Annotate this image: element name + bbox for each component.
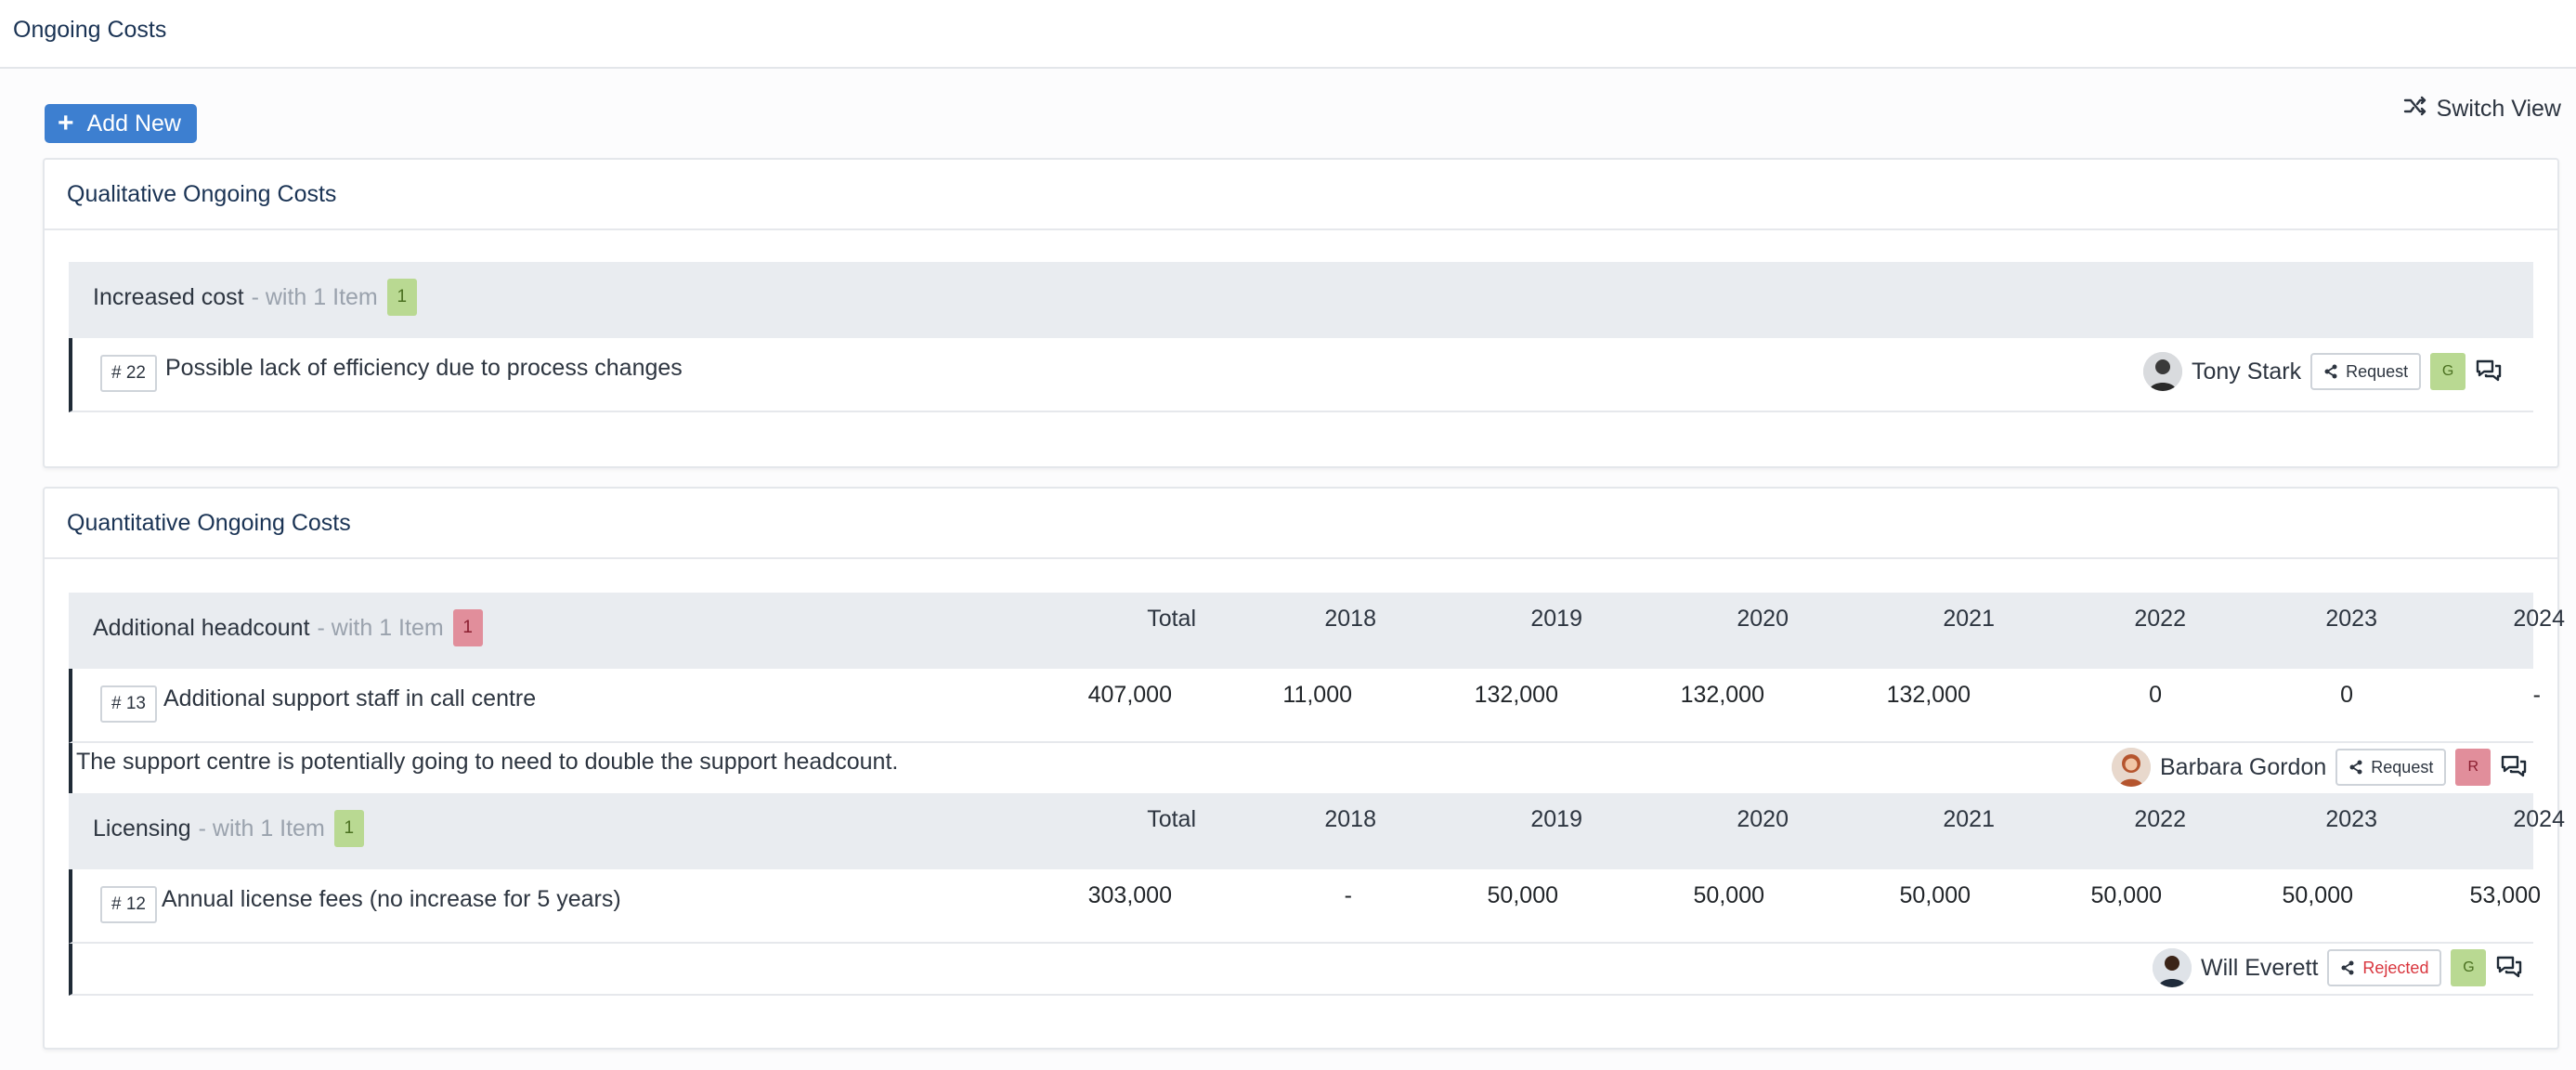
shuffle-icon <box>2403 95 2427 124</box>
column-header-2024: 2024 <box>2513 806 2565 832</box>
column-header-2023: 2023 <box>2325 806 2377 832</box>
list-item[interactable]: # 22 Possible lack of efficiency due to … <box>69 338 2533 412</box>
owner-name[interactable]: Tony Stark <box>2192 359 2301 385</box>
comments-icon[interactable] <box>2495 955 2523 981</box>
list-item[interactable]: # 12 Annual license fees (no increase fo… <box>69 869 2541 944</box>
request-button[interactable]: Request <box>2310 353 2422 390</box>
group-count-badge: 1 <box>386 279 417 316</box>
item-owner: Will Everett Rejected G <box>2153 947 2523 988</box>
quantitative-card-title: Quantitative Ongoing Costs <box>45 489 2557 559</box>
item-id-badge: # 13 <box>100 685 157 723</box>
column-header-2019: 2019 <box>1530 806 1582 832</box>
avatar <box>2153 948 2192 987</box>
column-header-2021: 2021 <box>1943 606 1995 632</box>
item-description-row: Will Everett Rejected G <box>69 944 2533 996</box>
column-header-2022: 2022 <box>2134 606 2186 632</box>
qualitative-card-title: Qualitative Ongoing Costs <box>45 160 2557 230</box>
item-owner: Barbara Gordon Request R <box>2112 747 2528 788</box>
share-icon <box>2324 364 2337 379</box>
column-header-2020: 2020 <box>1737 606 1789 632</box>
rag-status-badge[interactable]: G <box>2451 949 2487 986</box>
list-item[interactable]: # 13 Additional support staff in call ce… <box>69 669 2541 743</box>
item-title[interactable]: Possible lack of efficiency due to proce… <box>165 355 683 382</box>
rag-status-badge[interactable]: G <box>2430 353 2466 390</box>
group-header-increased-cost[interactable]: Increased cost - with 1 Item 1 <box>69 262 2533 338</box>
value-2022: 0 <box>2149 682 2162 708</box>
group-name: Increased cost <box>93 283 244 310</box>
group-count-badge: 1 <box>333 810 364 847</box>
owner-name[interactable]: Will Everett <box>2201 955 2318 982</box>
group-count-badge: 1 <box>452 609 483 646</box>
column-header-2020: 2020 <box>1737 806 1789 832</box>
group-item-count-text: - with 1 Item <box>251 283 378 310</box>
share-icon <box>2349 760 2362 775</box>
request-button[interactable]: Request <box>2335 749 2447 786</box>
value-2018: 11,000 <box>1282 682 1352 708</box>
value-2020: 132,000 <box>1680 682 1764 708</box>
share-icon <box>2341 960 2354 975</box>
group-name: Additional headcount <box>93 614 310 641</box>
column-header-2024: 2024 <box>2513 606 2565 632</box>
owner-name[interactable]: Barbara Gordon <box>2160 754 2326 781</box>
column-header-2021: 2021 <box>1943 806 1995 832</box>
value-2019: 50,000 <box>1487 882 1558 908</box>
item-title[interactable]: Annual license fees (no increase for 5 y… <box>162 886 621 913</box>
comments-icon[interactable] <box>2500 754 2528 780</box>
value-2021: 50,000 <box>1899 882 1971 908</box>
value-2023: 50,000 <box>2282 882 2353 908</box>
column-header-2022: 2022 <box>2134 806 2186 832</box>
rejected-label: Rejected <box>2362 958 2429 977</box>
switch-view-label: Switch View <box>2436 95 2561 122</box>
avatar <box>2112 748 2151 787</box>
item-id-badge: # 12 <box>100 886 157 923</box>
value-total: 407,000 <box>1087 682 1172 708</box>
group-name-wrap: Licensing - with 1 Item 1 <box>93 810 364 847</box>
group-item-count-text: - with 1 Item <box>198 815 325 842</box>
switch-view-button[interactable]: Switch View <box>2403 93 2561 124</box>
group-name: Licensing <box>93 815 191 842</box>
item-id-badge: # 22 <box>100 355 157 392</box>
group-header-additional-headcount[interactable]: Additional headcount - with 1 Item 1 Tot… <box>69 593 2565 669</box>
column-header-2023: 2023 <box>2325 606 2377 632</box>
item-description-row: The support centre is potentially going … <box>69 743 2533 795</box>
column-header-total: Total <box>1147 806 1196 832</box>
value-2022: 50,000 <box>2090 882 2162 908</box>
page-title: Ongoing Costs <box>13 17 167 43</box>
add-new-label: Add New <box>86 110 181 137</box>
comments-icon[interactable] <box>2475 359 2503 385</box>
avatar <box>2143 352 2182 391</box>
value-2020: 50,000 <box>1693 882 1764 908</box>
column-header-total: Total <box>1147 606 1196 632</box>
group-item-count-text: - with 1 Item <box>317 614 444 641</box>
group-name-wrap: Additional headcount - with 1 Item 1 <box>93 609 483 646</box>
add-new-button[interactable]: + Add New <box>45 104 197 143</box>
group-name-wrap: Increased cost - with 1 Item 1 <box>93 279 417 316</box>
column-header-2018: 2018 <box>1324 806 1376 832</box>
value-2018: - <box>1344 882 1352 908</box>
request-label: Request <box>2346 361 2409 381</box>
value-2019: 132,000 <box>1474 682 1558 708</box>
value-2023: 0 <box>2340 682 2353 708</box>
rejected-button[interactable]: Rejected <box>2327 949 2442 986</box>
value-2024: 53,000 <box>2469 882 2541 908</box>
item-owner: Tony Stark Request G <box>2143 351 2503 392</box>
top-bar: Ongoing Costs <box>0 0 2576 69</box>
item-title[interactable]: Additional support staff in call centre <box>163 685 536 712</box>
qualitative-card: Qualitative Ongoing Costs Increased cost… <box>43 158 2559 468</box>
value-2021: 132,000 <box>1886 682 1971 708</box>
quantitative-card: Quantitative Ongoing Costs Additional he… <box>43 487 2565 1050</box>
request-label: Request <box>2371 757 2434 776</box>
column-header-2019: 2019 <box>1530 606 1582 632</box>
group-header-licensing[interactable]: Licensing - with 1 Item 1 Total 2018 201… <box>69 793 2565 869</box>
column-header-2018: 2018 <box>1324 606 1376 632</box>
item-description: The support centre is potentially going … <box>76 749 899 775</box>
value-total: 303,000 <box>1087 882 1172 908</box>
plus-icon: + <box>58 108 74 138</box>
rag-status-badge[interactable]: R <box>2455 749 2491 786</box>
value-2024: - <box>2532 682 2541 708</box>
